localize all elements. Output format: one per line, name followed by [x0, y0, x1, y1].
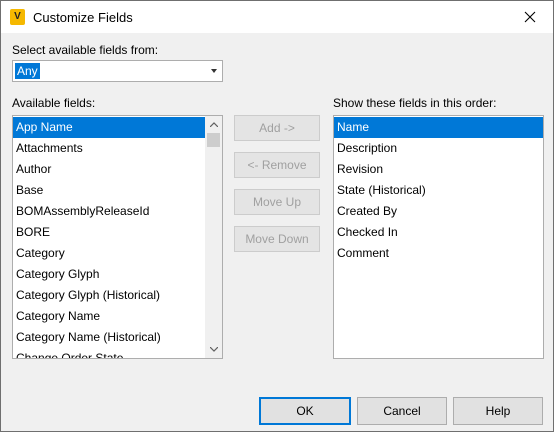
list-item[interactable]: Description	[334, 138, 543, 159]
help-button[interactable]: Help	[453, 397, 543, 425]
select-fields-label: Select available fields from:	[12, 43, 159, 57]
chevron-up-icon	[209, 122, 218, 127]
available-fields-scrollbar[interactable]	[205, 116, 222, 358]
list-item[interactable]: Name	[334, 117, 543, 138]
list-item[interactable]: Comment	[334, 243, 543, 264]
remove-field-button[interactable]: <- Remove	[234, 152, 320, 178]
list-item[interactable]: Change Order State	[13, 348, 205, 358]
ok-button[interactable]: OK	[259, 397, 351, 425]
list-item[interactable]: State (Historical)	[334, 180, 543, 201]
title-bar: V Customize Fields	[1, 1, 553, 33]
list-item[interactable]: Author	[13, 159, 205, 180]
ordered-fields-list[interactable]: Name Description Revision State (Historical…	[333, 115, 544, 359]
list-item[interactable]: Base	[13, 180, 205, 201]
list-item[interactable]: Checked In	[334, 222, 543, 243]
add-field-button[interactable]: Add ->	[234, 115, 320, 141]
scroll-up-button[interactable]	[205, 116, 222, 133]
ordered-fields-label: Show these fields in this order:	[333, 96, 497, 110]
field-source-value: Any	[15, 63, 40, 79]
vault-app-icon: V	[10, 9, 25, 25]
scroll-thumb[interactable]	[207, 133, 220, 147]
close-icon	[524, 11, 536, 23]
list-item[interactable]: Revision	[334, 159, 543, 180]
available-fields-list[interactable]: App Name Attachments Author Base BOMAssembly…	[12, 115, 223, 359]
list-item[interactable]: Category Glyph	[13, 264, 205, 285]
customize-fields-dialog: V Customize Fields Select available fiel…	[0, 0, 554, 432]
move-up-button[interactable]: Move Up	[234, 189, 320, 215]
list-item[interactable]: Category	[13, 243, 205, 264]
list-item[interactable]: BOMAssemblyReleaseId	[13, 201, 205, 222]
window-title: Customize Fields	[33, 10, 133, 25]
close-button[interactable]	[507, 1, 553, 33]
chevron-down-icon	[209, 347, 218, 352]
available-fields-label: Available fields:	[12, 96, 96, 110]
list-item[interactable]: App Name	[13, 117, 205, 138]
list-item[interactable]: Created By	[334, 201, 543, 222]
list-item[interactable]: Category Name (Historical)	[13, 327, 205, 348]
list-item[interactable]: BORE	[13, 222, 205, 243]
chevron-down-icon	[211, 69, 217, 73]
cancel-button[interactable]: Cancel	[357, 397, 447, 425]
move-down-button[interactable]: Move Down	[234, 226, 320, 252]
scroll-down-button[interactable]	[205, 341, 222, 358]
list-item[interactable]: Category Glyph (Historical)	[13, 285, 205, 306]
field-source-dropdown[interactable]: Any	[12, 60, 223, 82]
list-item[interactable]: Category Name	[13, 306, 205, 327]
list-item[interactable]: Attachments	[13, 138, 205, 159]
